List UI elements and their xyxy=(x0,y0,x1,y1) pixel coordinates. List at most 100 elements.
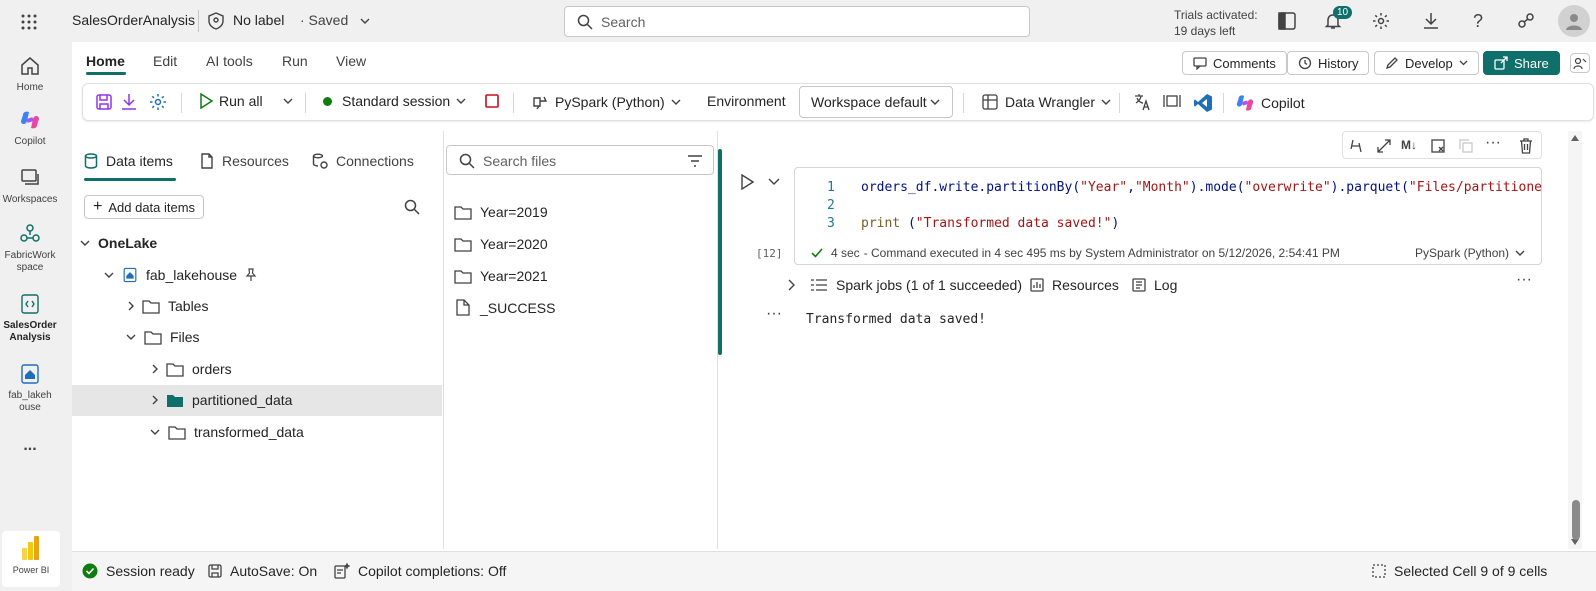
file-item-year-2019[interactable]: Year=2019 xyxy=(454,204,548,220)
data-wrangler-button[interactable]: Data Wrangler xyxy=(981,93,1111,111)
resources-button[interactable]: Resources xyxy=(1030,277,1119,293)
log-button[interactable]: Log xyxy=(1132,277,1177,293)
expand-spark-jobs-chevron-icon[interactable] xyxy=(788,279,795,291)
rail-item-lakehouse[interactable]: fab_lakehouse xyxy=(0,362,60,414)
add-data-items-button[interactable]: + Add data items xyxy=(84,195,205,219)
selected-cell-status[interactable]: Selected Cell 9 of 9 cells xyxy=(1372,563,1547,579)
search-files-input[interactable]: Search files xyxy=(446,145,714,175)
share-feedback-icon[interactable] xyxy=(1515,10,1537,32)
file-item-year-2021[interactable]: Year=2021 xyxy=(454,268,548,284)
editor-scrollbar[interactable] xyxy=(1568,131,1582,549)
tab-resources[interactable]: Resources xyxy=(200,153,289,169)
settings-gear-icon[interactable] xyxy=(1370,10,1392,32)
tab-edit[interactable]: Edit xyxy=(153,53,177,69)
clear-output-icon[interactable] xyxy=(1429,137,1447,155)
more-options-icon[interactable]: ··· xyxy=(1485,134,1501,152)
trial-status[interactable]: Trials activated: 19 days left xyxy=(1174,7,1258,39)
expand-icon[interactable] xyxy=(1375,137,1393,155)
spark-jobs-icon xyxy=(810,278,828,292)
help-icon[interactable]: ? xyxy=(1467,10,1489,32)
tree-item-files[interactable]: Files xyxy=(126,322,200,352)
session-status[interactable]: Session ready xyxy=(82,563,195,579)
scroll-up-icon[interactable] xyxy=(1571,135,1579,141)
markdown-toggle-icon[interactable]: M↓ xyxy=(1401,138,1417,152)
code-editor[interactable]: 1 2 3 orders_df.write.partitionBy("Year"… xyxy=(794,167,1542,265)
session-selector[interactable]: Standard session xyxy=(323,93,466,109)
rail-item-powerbi[interactable]: Power BI xyxy=(2,531,60,587)
code-token: , xyxy=(1127,180,1135,195)
history-button[interactable]: History xyxy=(1287,51,1370,75)
search-icon[interactable] xyxy=(404,199,420,215)
rail-more-button[interactable]: ... xyxy=(0,438,60,454)
copilot-completions-status[interactable]: Copilot completions: Off xyxy=(334,563,506,579)
rail-item-home[interactable]: Home xyxy=(0,54,60,94)
tree-item-transformed-data[interactable]: transformed_data xyxy=(150,417,304,447)
sensitivity-label[interactable]: No label xyxy=(233,12,284,28)
rail-item-workspaces[interactable]: Workspaces xyxy=(0,166,60,206)
collaborator-icon[interactable] xyxy=(1570,53,1590,73)
tab-run[interactable]: Run xyxy=(282,53,308,69)
run-all-button[interactable]: Run all xyxy=(199,93,263,109)
spark-jobs-button[interactable]: Spark jobs (1 of 1 succeeded) xyxy=(810,277,1022,293)
tree-item-lakehouse[interactable]: fab_lakehouse xyxy=(104,260,257,290)
download-notebook-icon[interactable] xyxy=(121,93,137,111)
share-button[interactable]: Share xyxy=(1483,51,1560,75)
check-circle-icon xyxy=(82,563,98,579)
file-item-year-2020[interactable]: Year=2020 xyxy=(454,236,548,252)
tree-item-tables[interactable]: Tables xyxy=(128,291,208,321)
output-options-icon[interactable]: ··· xyxy=(766,305,782,323)
copilot-button[interactable]: Copilot xyxy=(1235,93,1305,113)
delete-icon[interactable] xyxy=(1517,137,1535,155)
notebook-settings-icon[interactable] xyxy=(149,93,167,111)
tab-view[interactable]: View xyxy=(336,53,366,69)
tree-item-partitioned-data[interactable]: partitioned_data xyxy=(152,385,292,415)
scrollbar-thumb[interactable] xyxy=(1572,500,1580,540)
tab-data-items[interactable]: Data items xyxy=(84,153,173,169)
tree-item-orders[interactable]: orders xyxy=(152,354,232,384)
data-wrangler-label: Data Wrangler xyxy=(1005,94,1096,110)
user-avatar[interactable] xyxy=(1558,5,1590,37)
autosave-text: AutoSave: On xyxy=(230,563,318,579)
run-all-dropdown-chevron-icon[interactable] xyxy=(283,98,293,104)
vscode-icon[interactable] xyxy=(1193,93,1213,113)
status-bar: Session ready AutoSave: On Copilot compl… xyxy=(72,551,1596,591)
powerbi-label: Power BI xyxy=(12,565,50,575)
rail-label: fab_lakehouse xyxy=(8,390,52,413)
run-cell-play-icon[interactable] xyxy=(740,174,754,190)
comment-icon xyxy=(1193,56,1207,70)
copy-cell-icon[interactable] xyxy=(1457,137,1475,155)
rail-item-copilot[interactable]: Copilot xyxy=(0,108,60,148)
download-icon[interactable] xyxy=(1420,10,1442,32)
focus-mode-icon[interactable] xyxy=(1163,93,1181,109)
tab-home[interactable]: Home xyxy=(86,53,125,69)
rail-item-fabric-workspace[interactable]: FabricWorkspace xyxy=(0,222,60,274)
panel-toggle-icon[interactable] xyxy=(1276,10,1298,32)
language-selector[interactable]: PySpark (Python) xyxy=(531,93,681,111)
app-launcher-icon[interactable] xyxy=(18,11,40,33)
tree-item-onelake[interactable]: OneLake xyxy=(80,228,157,258)
filter-icon[interactable] xyxy=(687,154,703,168)
pin-icon[interactable] xyxy=(245,268,257,282)
comments-button[interactable]: Comments xyxy=(1182,51,1287,75)
copilot-cell-icon[interactable] xyxy=(1347,137,1365,155)
rail-item-notebook[interactable]: SalesOrderAnalysis xyxy=(0,292,60,344)
cell-language-selector[interactable]: PySpark (Python) xyxy=(1415,246,1525,260)
environment-dropdown[interactable]: Workspace default xyxy=(799,86,953,118)
more-options-icon[interactable]: ··· xyxy=(1516,271,1532,289)
collapse-cell-chevron-icon[interactable] xyxy=(768,178,780,185)
tab-connections[interactable]: Connections xyxy=(312,153,414,169)
app-title[interactable]: SalesOrderAnalysis xyxy=(72,12,195,28)
sensitivity-shield-icon[interactable] xyxy=(208,12,224,30)
develop-button[interactable]: Develop xyxy=(1374,51,1479,75)
save-icon[interactable] xyxy=(95,93,113,111)
checkmark-icon xyxy=(811,248,823,258)
tab-ai-tools[interactable]: AI tools xyxy=(206,53,253,69)
save-status[interactable]: · Saved xyxy=(300,12,370,28)
autosave-status[interactable]: AutoSave: On xyxy=(208,563,317,579)
stop-session-icon[interactable] xyxy=(484,93,500,109)
file-icon xyxy=(454,299,472,316)
notification-badge: 10 xyxy=(1333,6,1353,19)
file-item-success[interactable]: _SUCCESS xyxy=(454,299,555,316)
global-search[interactable]: Search xyxy=(564,6,1030,37)
translate-icon[interactable] xyxy=(1133,93,1151,111)
